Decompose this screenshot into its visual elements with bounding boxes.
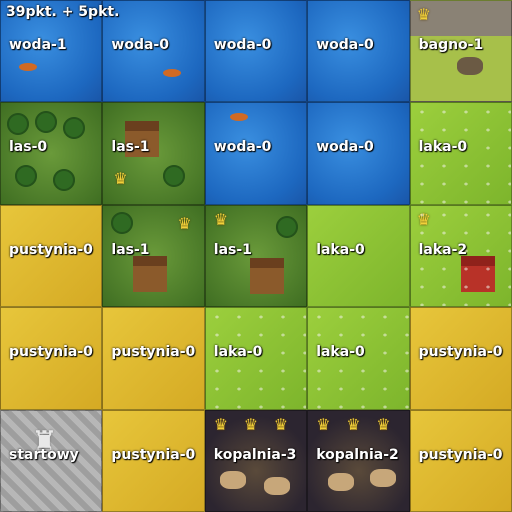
tile-r4c2[interactable]: pustynia-0 <box>102 307 205 410</box>
tile-r2c5[interactable]: laka-0 <box>409 102 512 205</box>
tile-label: las-1 <box>213 241 252 258</box>
tile-label: kopalnia-2 <box>316 446 399 463</box>
tile-label: pustynia-0 <box>9 241 93 258</box>
rock-decoration <box>328 472 355 491</box>
tile-r3c5[interactable]: ♛ laka-2 <box>409 204 512 308</box>
tile-label: pustynia-0 <box>111 446 196 463</box>
tile-r5c1[interactable]: ♜ startowy <box>0 409 103 512</box>
tile-label: startowy <box>9 446 79 463</box>
crown-icon: ♛ <box>416 5 431 24</box>
boat-decoration <box>19 63 37 71</box>
crown-icon: ♛ <box>273 414 289 434</box>
tile-label: pustynia-0 <box>9 344 93 361</box>
tile-r2c3[interactable]: woda-0 <box>204 102 308 205</box>
tile-label: las-1 <box>111 241 150 258</box>
crown-icon: ♛ <box>243 414 259 434</box>
tile-label: laka-0 <box>316 241 365 258</box>
crown-icon: ♛ <box>113 169 128 189</box>
tile-label: laka-2 <box>418 241 468 258</box>
tile-label: las-1 <box>111 139 150 156</box>
house-decoration <box>249 257 284 294</box>
kingdom-board: woda-1 woda-0 woda-0 woda-0 ♛ bagno-1 la… <box>0 0 512 512</box>
tree-decoration <box>53 169 75 192</box>
tile-r2c4[interactable]: woda-0 <box>307 102 410 205</box>
tile-label: pustynia-0 <box>418 344 503 361</box>
tree-decoration <box>63 117 85 140</box>
tree-decoration <box>275 215 298 238</box>
tile-label: laka-0 <box>316 344 365 361</box>
tile-r4c3[interactable]: laka-0 <box>204 307 308 410</box>
crown-icon: ♛ <box>316 414 331 434</box>
tile-label: kopalnia-3 <box>213 446 297 463</box>
tree-decoration <box>35 111 57 134</box>
house-decoration <box>133 255 168 292</box>
boat-decoration <box>229 113 248 122</box>
tile-r4c5[interactable]: pustynia-0 <box>409 307 512 410</box>
tile-r1c3[interactable]: woda-0 <box>204 0 308 103</box>
tile-label: las-0 <box>9 139 48 156</box>
tile-r4c1[interactable]: pustynia-0 <box>0 307 103 410</box>
tile-r4c4[interactable]: laka-0 <box>307 307 410 410</box>
tile-r3c1[interactable]: pustynia-0 <box>0 204 103 308</box>
swamp-decoration <box>456 57 483 75</box>
tile-r3c2[interactable]: ♛ las-1 <box>102 204 205 308</box>
crown-icon: ♛ <box>177 213 192 233</box>
crown-icon: ♛ <box>213 209 229 229</box>
tile-r3c3[interactable]: ♛ las-1 <box>204 204 308 308</box>
tile-r5c3[interactable]: ♛ ♛ ♛ kopalnia-3 <box>204 409 308 512</box>
tile-label: woda-0 <box>111 37 169 53</box>
crown-icon: ♛ <box>213 414 229 434</box>
tile-r2c2[interactable]: ♛ las-1 <box>102 102 205 205</box>
tile-r2c1[interactable]: las-0 <box>0 102 103 205</box>
rock-decoration <box>219 470 246 489</box>
tree-decoration <box>15 165 37 188</box>
crown-icon: ♛ <box>346 414 361 434</box>
tile-label: woda-0 <box>316 37 374 53</box>
crown-icon: ♛ <box>376 414 391 434</box>
tile-label: laka-0 <box>213 344 263 361</box>
tile-label: woda-1 <box>9 37 67 53</box>
score-text: 39pkt. + 5pkt. <box>6 4 120 20</box>
tile-r5c5[interactable]: pustynia-0 <box>409 409 512 512</box>
tile-r1c4[interactable]: woda-0 <box>307 0 410 103</box>
tile-r5c2[interactable]: pustynia-0 <box>102 409 205 512</box>
tile-label: laka-0 <box>418 139 468 156</box>
tree-decoration <box>111 211 134 234</box>
tree-decoration <box>163 165 186 188</box>
tile-r3c4[interactable]: laka-0 <box>307 204 410 308</box>
tile-label: pustynia-0 <box>418 446 503 463</box>
tile-label: pustynia-0 <box>111 344 196 361</box>
tile-label: woda-0 <box>213 37 272 53</box>
tile-label: woda-0 <box>316 139 374 156</box>
tree-decoration <box>7 113 29 136</box>
tile-r1c5[interactable]: ♛ bagno-1 <box>409 0 512 103</box>
rock-decoration <box>263 476 290 495</box>
tile-label: woda-0 <box>213 139 272 156</box>
fish-decoration <box>163 69 182 77</box>
tile-r5c4[interactable]: ♛ ♛ ♛ kopalnia-2 <box>307 409 410 512</box>
tile-label: bagno-1 <box>418 37 484 53</box>
rock-decoration <box>370 468 397 487</box>
